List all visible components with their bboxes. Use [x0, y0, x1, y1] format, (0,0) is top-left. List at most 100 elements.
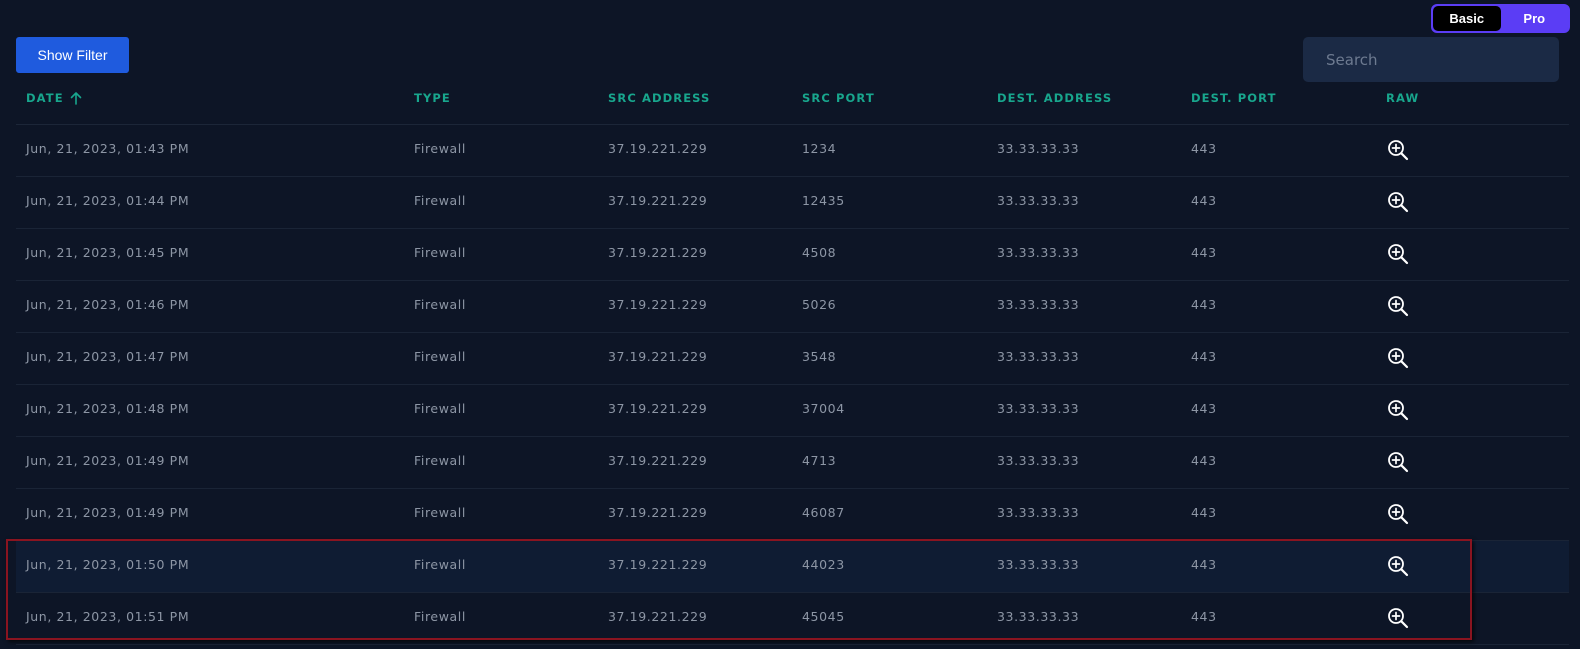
cell-dest-port: 443 — [1191, 193, 1217, 208]
cell-dest-address: 33.33.33.33 — [997, 141, 1080, 156]
cell-dest-address: 33.33.33.33 — [997, 557, 1080, 572]
cell-dest-address: 33.33.33.33 — [997, 609, 1080, 624]
zoom-in-icon[interactable] — [1386, 398, 1410, 422]
cell-date: Jun, 21, 2023, 01:48 PM — [26, 401, 190, 416]
cell-dest-port: 443 — [1191, 557, 1217, 572]
column-header-type[interactable]: TYPE — [414, 91, 451, 105]
show-filter-button[interactable]: Show Filter — [16, 37, 129, 73]
table-row[interactable]: Jun, 21, 2023, 01:51 PM Firewall 37.19.221… — [16, 593, 1569, 645]
cell-type: Firewall — [414, 401, 466, 416]
zoom-in-icon[interactable] — [1386, 138, 1410, 162]
cell-date: Jun, 21, 2023, 01:49 PM — [26, 453, 190, 468]
zoom-in-icon[interactable] — [1386, 190, 1410, 214]
cell-src-address: 37.19.221.229 — [608, 609, 708, 624]
zoom-in-icon[interactable] — [1386, 502, 1410, 526]
cell-date: Jun, 21, 2023, 01:50 PM — [26, 557, 190, 572]
column-header-label: RAW — [1386, 91, 1420, 105]
cell-dest-port: 443 — [1191, 609, 1217, 624]
cell-dest-port: 443 — [1191, 141, 1217, 156]
zoom-in-icon[interactable] — [1386, 242, 1410, 266]
search-input[interactable] — [1326, 50, 1559, 69]
cell-src-port: 44023 — [802, 557, 845, 572]
column-header-src-port[interactable]: SRC PORT — [802, 91, 875, 105]
column-header-label: DEST. PORT — [1191, 91, 1277, 105]
cell-dest-address: 33.33.33.33 — [997, 349, 1080, 364]
cell-type: Firewall — [414, 453, 466, 468]
cell-src-port: 46087 — [802, 505, 845, 520]
cell-dest-port: 443 — [1191, 453, 1217, 468]
cell-src-port: 5026 — [802, 297, 837, 312]
cell-type: Firewall — [414, 349, 466, 364]
column-header-label: TYPE — [414, 91, 451, 105]
cell-src-address: 37.19.221.229 — [608, 141, 708, 156]
column-header-raw: RAW — [1386, 91, 1419, 105]
column-header-dest-port[interactable]: DEST. PORT — [1191, 91, 1277, 105]
cell-dest-port: 443 — [1191, 297, 1217, 312]
cell-type: Firewall — [414, 609, 466, 624]
cell-date: Jun, 21, 2023, 01:51 PM — [26, 609, 190, 624]
column-header-src-address[interactable]: SRC ADDRESS — [608, 91, 710, 105]
cell-date: Jun, 21, 2023, 01:43 PM — [26, 141, 190, 156]
cell-src-port: 45045 — [802, 609, 845, 624]
cell-type: Firewall — [414, 193, 466, 208]
table-row[interactable]: Jun, 21, 2023, 01:44 PM Firewall 37.19.221… — [16, 177, 1569, 229]
cell-date: Jun, 21, 2023, 01:44 PM — [26, 193, 190, 208]
cell-dest-port: 443 — [1191, 349, 1217, 364]
mode-basic-option[interactable]: Basic — [1433, 6, 1501, 31]
cell-src-address: 37.19.221.229 — [608, 557, 708, 572]
cell-date: Jun, 21, 2023, 01:45 PM — [26, 245, 190, 260]
cell-dest-address: 33.33.33.33 — [997, 245, 1080, 260]
column-header-label: SRC PORT — [802, 91, 875, 105]
cell-src-address: 37.19.221.229 — [608, 245, 708, 260]
cell-src-address: 37.19.221.229 — [608, 297, 708, 312]
table-row[interactable]: Jun, 21, 2023, 01:50 PM Firewall 37.19.221… — [16, 541, 1569, 593]
column-header-label: DATE — [26, 91, 64, 105]
cell-type: Firewall — [414, 141, 466, 156]
table-row[interactable]: Jun, 21, 2023, 01:48 PM Firewall 37.19.221… — [16, 385, 1569, 437]
zoom-in-icon[interactable] — [1386, 450, 1410, 474]
cell-type: Firewall — [414, 505, 466, 520]
column-header-label: SRC ADDRESS — [608, 91, 711, 105]
column-header-dest-address[interactable]: DEST. ADDRESS — [997, 91, 1112, 105]
table-row[interactable]: Jun, 21, 2023, 01:43 PM Firewall 37.19.221… — [16, 125, 1569, 177]
cell-type: Firewall — [414, 557, 466, 572]
zoom-in-icon[interactable] — [1386, 554, 1410, 578]
zoom-in-icon[interactable] — [1386, 346, 1410, 370]
cell-dest-address: 33.33.33.33 — [997, 505, 1080, 520]
mode-toggle[interactable]: Basic Pro — [1431, 4, 1570, 33]
cell-dest-address: 33.33.33.33 — [997, 401, 1080, 416]
cell-src-port: 1234 — [802, 141, 837, 156]
cell-src-port: 37004 — [802, 401, 845, 416]
cell-dest-port: 443 — [1191, 505, 1217, 520]
table-body: Jun, 21, 2023, 01:43 PM Firewall 37.19.221… — [16, 125, 1569, 645]
cell-src-address: 37.19.221.229 — [608, 349, 708, 364]
table-row[interactable]: Jun, 21, 2023, 01:45 PM Firewall 37.19.221… — [16, 229, 1569, 281]
log-viewer: Basic Pro Show Filter DATE TYPE SRC ADDR… — [0, 0, 1580, 649]
cell-dest-address: 33.33.33.33 — [997, 193, 1080, 208]
cell-type: Firewall — [414, 245, 466, 260]
zoom-in-icon[interactable] — [1386, 606, 1410, 630]
cell-type: Firewall — [414, 297, 466, 312]
zoom-in-icon[interactable] — [1386, 294, 1410, 318]
cell-date: Jun, 21, 2023, 01:49 PM — [26, 505, 190, 520]
column-header-label: DEST. ADDRESS — [997, 91, 1113, 105]
cell-src-port: 4508 — [802, 245, 837, 260]
table-row[interactable]: Jun, 21, 2023, 01:47 PM Firewall 37.19.221… — [16, 333, 1569, 385]
table-row[interactable]: Jun, 21, 2023, 01:46 PM Firewall 37.19.221… — [16, 281, 1569, 333]
column-header-date[interactable]: DATE — [26, 91, 82, 105]
table-row[interactable]: Jun, 21, 2023, 01:49 PM Firewall 37.19.221… — [16, 437, 1569, 489]
cell-src-address: 37.19.221.229 — [608, 193, 708, 208]
cell-dest-address: 33.33.33.33 — [997, 453, 1080, 468]
mode-pro-option[interactable]: Pro — [1501, 6, 1569, 31]
cell-dest-address: 33.33.33.33 — [997, 297, 1080, 312]
cell-src-port: 4713 — [802, 453, 837, 468]
cell-src-address: 37.19.221.229 — [608, 401, 708, 416]
table-row[interactable]: Jun, 21, 2023, 01:49 PM Firewall 37.19.221… — [16, 489, 1569, 541]
cell-date: Jun, 21, 2023, 01:46 PM — [26, 297, 190, 312]
cell-src-port: 12435 — [802, 193, 845, 208]
table-header: DATE TYPE SRC ADDRESS SRC PORT DEST. ADD… — [16, 84, 1569, 125]
search-box[interactable] — [1303, 37, 1559, 82]
cell-dest-port: 443 — [1191, 245, 1217, 260]
arrow-up-icon[interactable] — [70, 91, 82, 105]
cell-dest-port: 443 — [1191, 401, 1217, 416]
